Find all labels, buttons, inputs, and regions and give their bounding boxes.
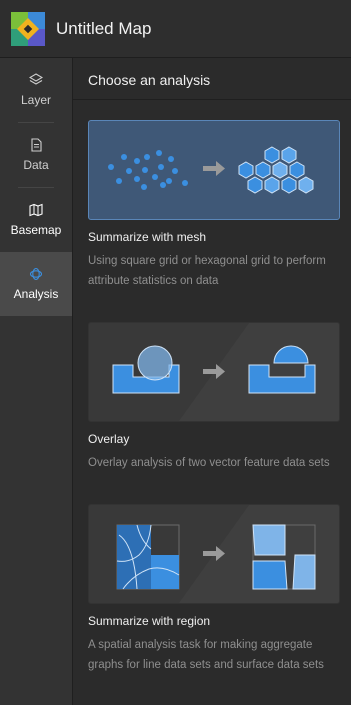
panel-divider — [73, 99, 351, 100]
sidebar-item-data[interactable]: Data — [0, 123, 72, 187]
analysis-panel: Choose an analysis Summarize with mesh U… — [73, 58, 351, 705]
sidebar-item-layer[interactable]: Layer — [0, 58, 72, 122]
analysis-card-title: Summarize with region — [88, 614, 211, 628]
analysis-card-description: Using square grid or hexagonal grid to p… — [88, 255, 326, 287]
sidebar-item-basemap[interactable]: Basemap — [0, 188, 72, 252]
overlay-illustration — [112, 323, 339, 421]
sidebar-item-label: Analysis — [13, 287, 59, 301]
analysis-icon — [29, 267, 43, 281]
panel-title: Choose an analysis — [88, 72, 211, 88]
document-icon — [31, 138, 42, 152]
analysis-card-summarize-region[interactable] — [88, 504, 340, 604]
app-header: Untitled Map — [0, 0, 351, 58]
layers-icon — [29, 73, 43, 85]
analysis-card-title: Overlay — [88, 432, 130, 446]
region-illustration — [116, 505, 339, 603]
app-logo-icon — [11, 11, 45, 46]
analysis-card-overlay[interactable] — [88, 322, 340, 422]
sidebar-item-analysis[interactable]: Analysis — [0, 252, 72, 316]
analysis-card-description: A spatial analysis task for making aggre… — [88, 639, 324, 671]
analysis-card-summarize-mesh[interactable] — [88, 120, 340, 220]
analysis-card-title: Summarize with mesh — [88, 230, 207, 244]
sidebar-item-label: Basemap — [10, 223, 62, 237]
sidebar-item-label: Layer — [20, 93, 52, 107]
sidebar: Layer Data Basemap Analysis — [0, 58, 73, 705]
analysis-card-description: Overlay analysis of two vector feature d… — [88, 457, 330, 469]
mesh-illustration — [108, 146, 314, 194]
map-title[interactable]: Untitled Map — [56, 19, 151, 39]
sidebar-item-label: Data — [23, 158, 49, 172]
map-icon — [29, 203, 43, 217]
